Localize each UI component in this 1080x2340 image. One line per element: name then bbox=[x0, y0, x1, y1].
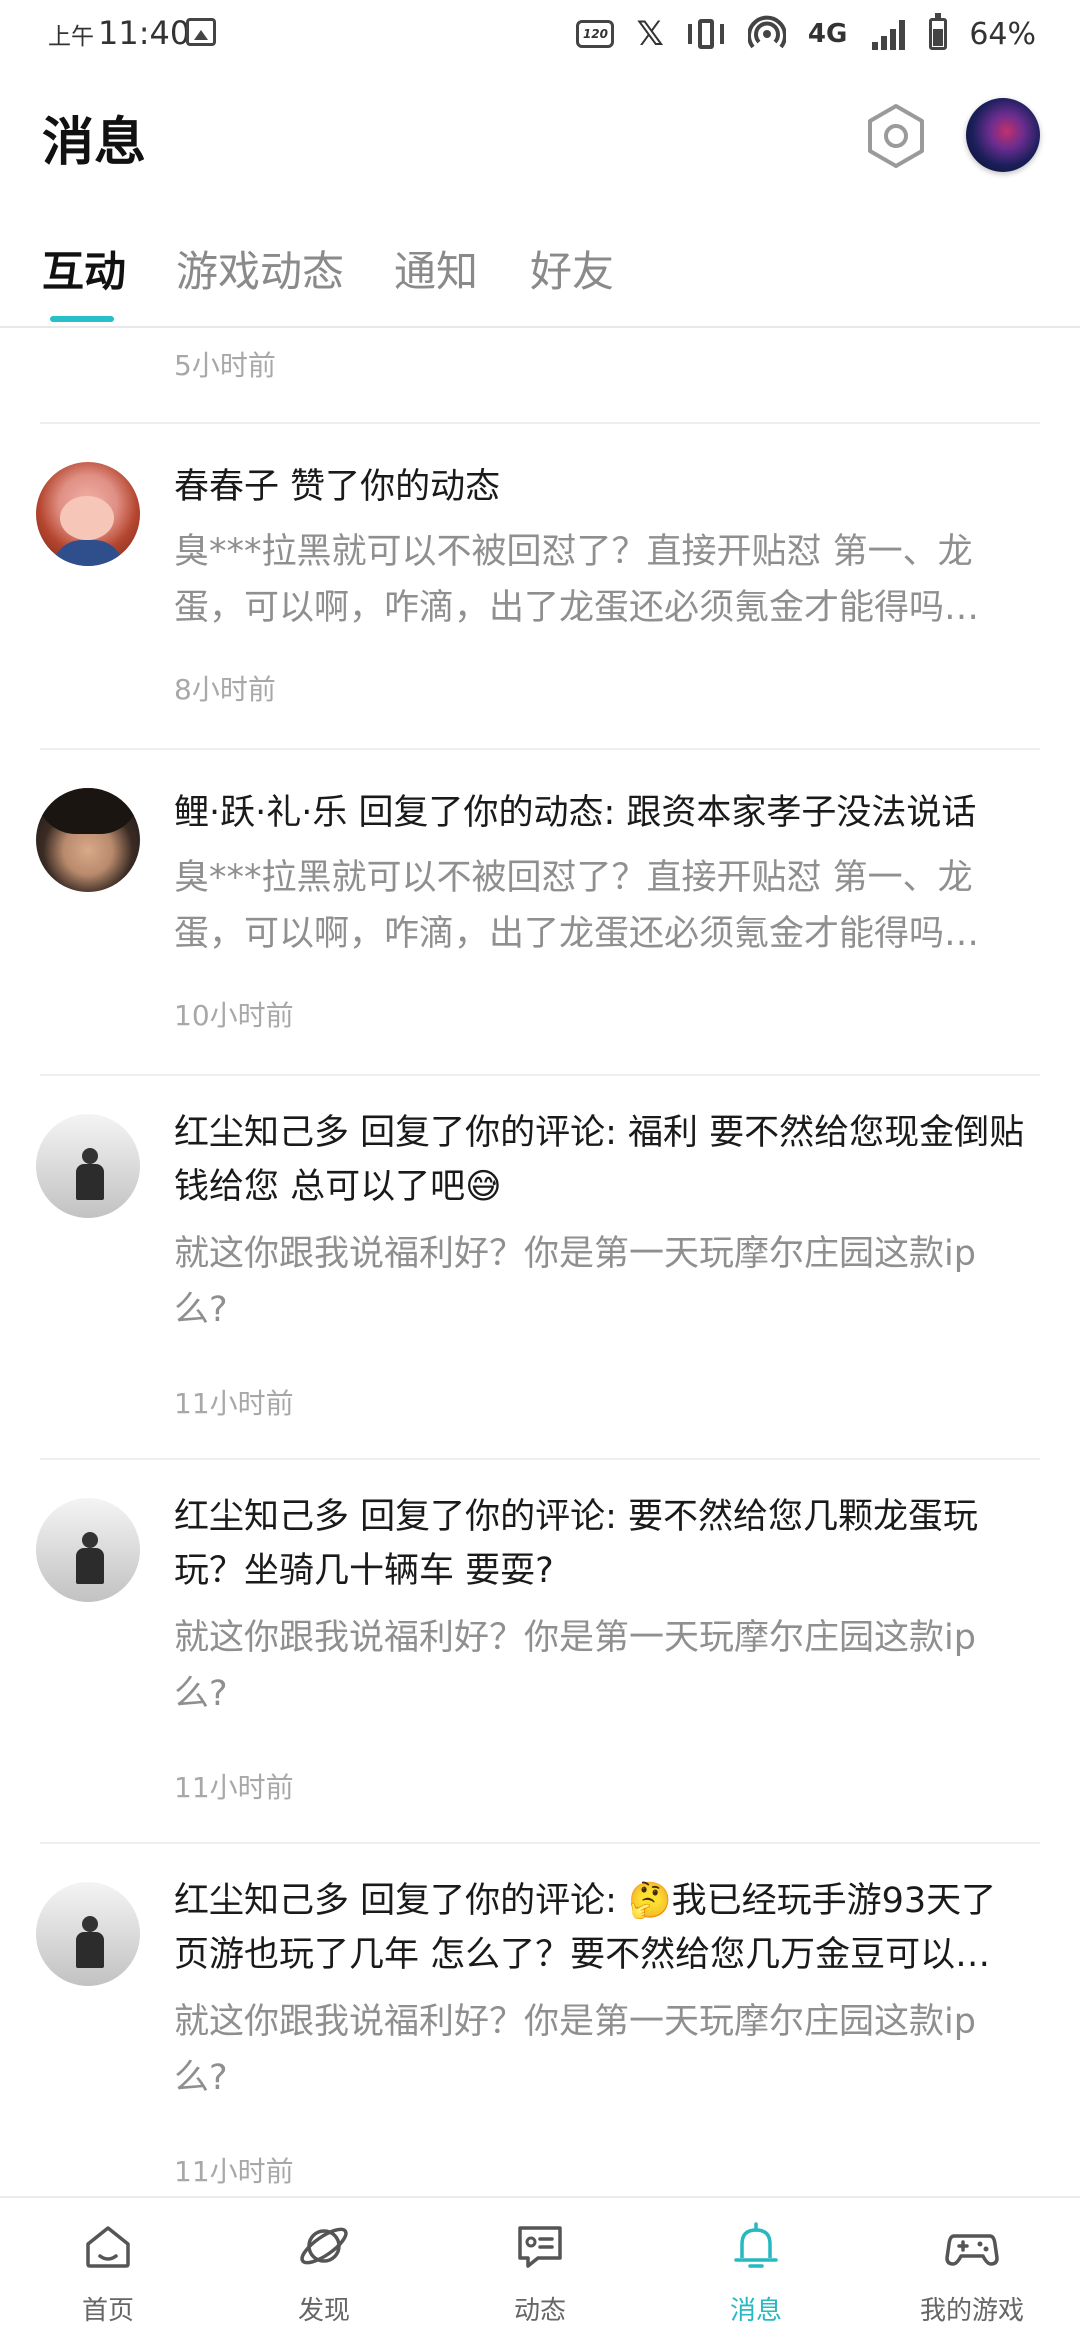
settings-button[interactable] bbox=[864, 102, 928, 170]
signal-icon bbox=[869, 18, 907, 50]
app-header: 消息 bbox=[0, 72, 1080, 202]
item-body: 就这你跟我说福利好？你是第一天玩摩尔庄园这款ip么? bbox=[174, 1618, 976, 1714]
nav-messages[interactable]: 消息 bbox=[648, 2198, 864, 2340]
home-icon bbox=[86, 2226, 130, 2268]
avatar[interactable] bbox=[36, 1882, 140, 1986]
divider bbox=[40, 1458, 1040, 1460]
nav-home[interactable]: 首页 bbox=[0, 2198, 216, 2340]
avatar[interactable] bbox=[36, 788, 140, 892]
nav-my-games[interactable]: 我的游戏 bbox=[864, 2198, 1080, 2340]
nav-label: 动态 bbox=[513, 2296, 566, 2326]
bottom-navigation: 首页 发现 动态 消息 我的游戏 bbox=[0, 2196, 1080, 2340]
item-time: 10小时前 bbox=[174, 999, 294, 1032]
nav-label: 我的游戏 bbox=[919, 2296, 1024, 2326]
item-time: 5小时前 bbox=[174, 349, 276, 382]
status-indicators: 120 𝕏 4G 64% bbox=[576, 13, 1036, 54]
tab-game-activity[interactable]: 游戏动态 bbox=[176, 238, 344, 299]
item-time: 11小时前 bbox=[174, 2155, 294, 2188]
item-body: 臭***拉黑就可以不被回怼了？直接开贴怼 第一、龙蛋，可以啊，咋滴，出了龙蛋还必… bbox=[174, 858, 980, 954]
settings-hexagon-icon bbox=[868, 104, 924, 168]
item-time: 11小时前 bbox=[174, 1771, 294, 1804]
avatar[interactable] bbox=[36, 1114, 140, 1218]
gallery-notification-icon bbox=[186, 18, 216, 46]
nav-feed[interactable]: 动态 bbox=[432, 2198, 648, 2340]
battery-percent: 64% bbox=[969, 16, 1036, 52]
x-app-icon: 𝕏 bbox=[636, 14, 664, 54]
page-title: 消息 bbox=[42, 113, 147, 173]
status-ampm: 上午 bbox=[48, 24, 94, 50]
item-title: 鲤·跃·礼·乐 回复了你的动态: 跟资本家孝子没法说话 bbox=[174, 793, 977, 833]
item-time: 8小时前 bbox=[174, 673, 276, 706]
nav-label: 首页 bbox=[81, 2296, 134, 2326]
divider bbox=[40, 748, 1040, 750]
nav-discover[interactable]: 发现 bbox=[216, 2198, 432, 2340]
item-body: 就这你跟我说福利好？你是第一天玩摩尔庄园这款ip么? bbox=[174, 1234, 976, 1330]
item-title: 红尘知己多 回复了你的评论: 🤔我已经玩手游93天了 页游也玩了几年 怎么了？要… bbox=[174, 1881, 997, 1975]
avatar[interactable] bbox=[36, 1498, 140, 1602]
tab-interaction[interactable]: 互动 bbox=[42, 238, 126, 299]
bell-icon bbox=[734, 2222, 778, 2268]
item-time: 11小时前 bbox=[174, 1387, 294, 1420]
item-body: 臭***拉黑就可以不被回怼了？直接开贴怼 第一、龙蛋，可以啊，咋滴，出了龙蛋还必… bbox=[174, 532, 980, 628]
tab-friends[interactable]: 好友 bbox=[530, 238, 614, 299]
message-tabs: 互动 游戏动态 通知 好友 bbox=[0, 232, 1080, 328]
feed-icon bbox=[518, 2226, 562, 2268]
divider bbox=[40, 1842, 1040, 1844]
status-bar: 上午 11:40 120 𝕏 4G 64% bbox=[0, 0, 1080, 72]
nav-label: 消息 bbox=[729, 2296, 782, 2326]
item-body: 就这你跟我说福利好？你是第一天玩摩尔庄园这款ip么? bbox=[174, 2002, 976, 2098]
user-avatar[interactable] bbox=[966, 98, 1040, 172]
nav-label: 发现 bbox=[297, 2296, 350, 2326]
gamepad-icon bbox=[945, 2234, 999, 2266]
item-title: 春春子 赞了你的动态 bbox=[174, 467, 501, 507]
network-type-icon: 4G bbox=[808, 14, 847, 54]
hotspot-icon bbox=[747, 15, 786, 53]
item-title: 红尘知己多 回复了你的评论: 福利 要不然给您现金倒贴钱给您 总可以了吧😅 bbox=[174, 1113, 1025, 1207]
active-tab-indicator bbox=[50, 316, 114, 322]
divider bbox=[40, 422, 1040, 424]
battery-icon bbox=[929, 13, 948, 54]
vibrate-icon bbox=[686, 14, 726, 54]
refresh-rate-icon: 120 bbox=[576, 20, 615, 48]
divider bbox=[40, 1074, 1040, 1076]
planet-icon bbox=[300, 2227, 348, 2265]
network-type-label: 4G bbox=[807, 19, 848, 49]
status-time: 11:40 bbox=[98, 14, 191, 52]
avatar[interactable] bbox=[36, 462, 140, 566]
status-clock: 上午 11:40 bbox=[48, 14, 190, 52]
item-title: 红尘知己多 回复了你的评论: 要不然给您几颗龙蛋玩玩？坐骑几十辆车 要耍? bbox=[174, 1497, 979, 1591]
tab-notifications[interactable]: 通知 bbox=[394, 238, 478, 299]
notification-list[interactable]: 5小时前 春春子 赞了你的动态 臭***拉黑就可以不被回怼了？直接开贴怼 第一、… bbox=[0, 330, 1080, 2196]
